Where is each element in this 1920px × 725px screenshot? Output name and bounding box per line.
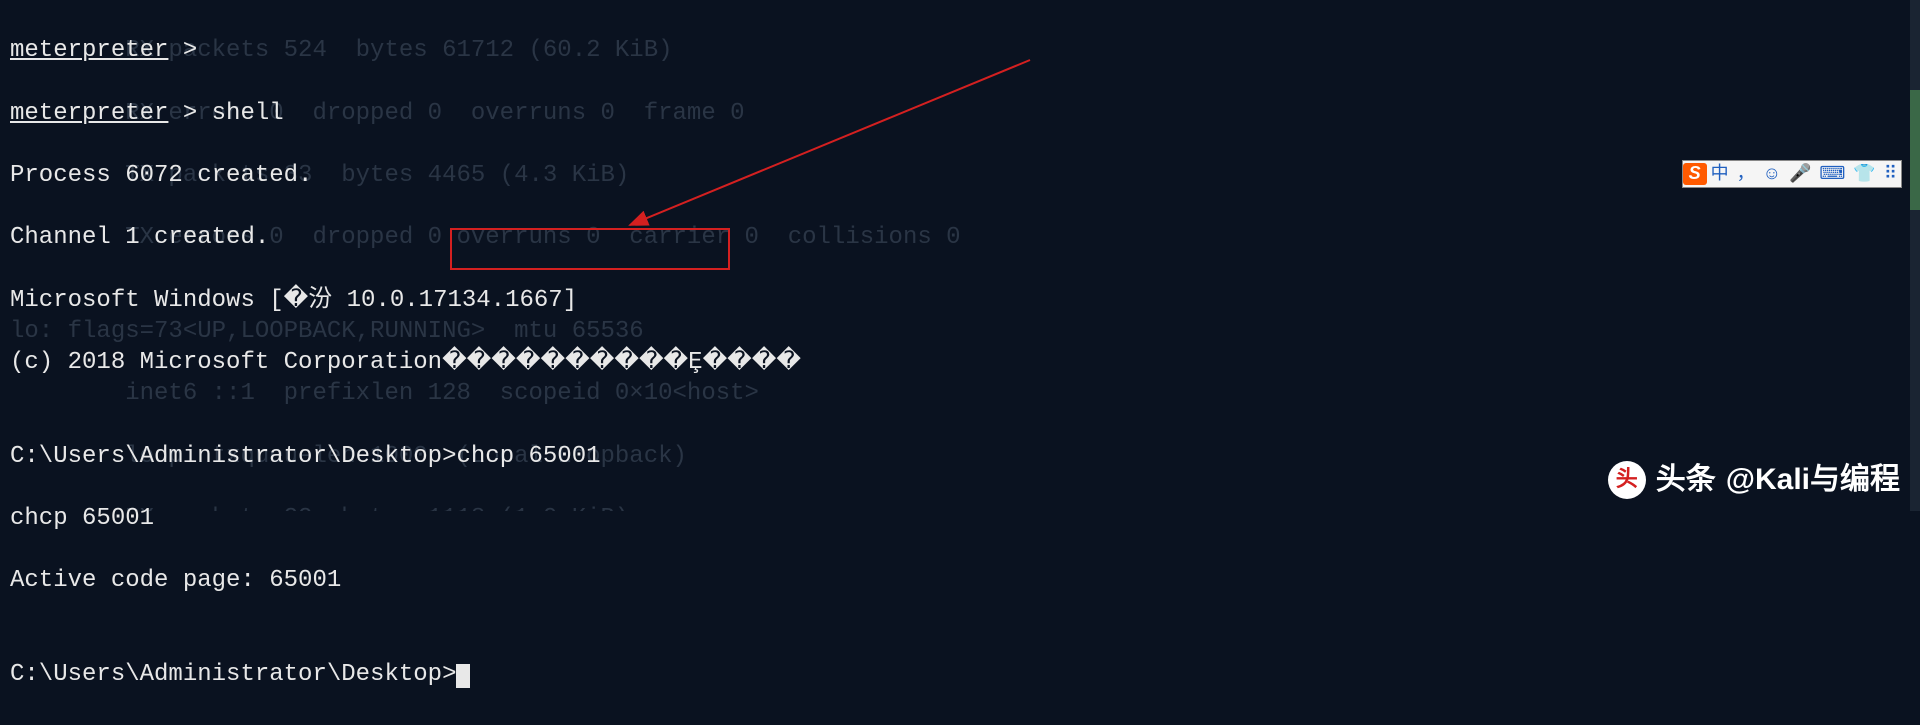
process-created-line: Process 6072 created. bbox=[10, 160, 1910, 191]
ime-mic-icon[interactable]: 🎤 bbox=[1785, 161, 1815, 187]
meterpreter-shell-line: meterpreter > shell bbox=[10, 98, 1910, 129]
ime-grid-icon[interactable]: ⠿ bbox=[1880, 161, 1901, 187]
prompt-suffix: > bbox=[168, 100, 211, 127]
watermark: 头 头条 @Kali与编程 bbox=[1608, 460, 1900, 499]
prompt-suffix: > bbox=[168, 37, 197, 64]
active-codepage-line: Active code page: 65001 bbox=[10, 565, 1910, 596]
scrollbar-thumb[interactable] bbox=[1910, 90, 1920, 210]
ime-emoji-icon[interactable]: ☺ bbox=[1759, 161, 1785, 187]
meterpreter-prompt: meterpreter bbox=[10, 37, 168, 64]
ime-logo-icon[interactable]: S bbox=[1683, 163, 1707, 185]
ime-punctuation-toggle[interactable]: ， bbox=[1733, 161, 1759, 187]
ime-language-toggle[interactable]: 中 bbox=[1707, 161, 1733, 187]
watermark-label: 头条 bbox=[1656, 460, 1716, 499]
meterpreter-prompt-line: meterpreter > bbox=[10, 35, 1910, 66]
copyright-line: (c) 2018 Microsoft Corporation����������… bbox=[10, 347, 1910, 378]
cmd-prompt-path: C:\Users\Administrator\Desktop> bbox=[10, 443, 456, 470]
ime-toolbar[interactable]: S 中 ， ☺ 🎤 ⌨ 👕 ⠿ bbox=[1682, 160, 1902, 188]
channel-created-line: Channel 1 created. bbox=[10, 222, 1910, 253]
terminal-cursor bbox=[456, 664, 470, 688]
cmd-prompt-path: C:\Users\Administrator\Desktop> bbox=[10, 661, 456, 688]
terminal-output[interactable]: meterpreter > meterpreter > shell Proces… bbox=[0, 0, 1920, 725]
windows-version-line: Microsoft Windows [�汾 10.0.17134.1667] bbox=[10, 285, 1910, 316]
shell-command: shell bbox=[212, 100, 284, 127]
chcp-command: chcp 65001 bbox=[456, 443, 600, 470]
ime-keyboard-icon[interactable]: ⌨ bbox=[1815, 161, 1849, 187]
cmd-prompt-active[interactable]: C:\Users\Administrator\Desktop> bbox=[10, 659, 1910, 690]
watermark-handle: @Kali与编程 bbox=[1726, 460, 1900, 499]
chcp-echo-line: chcp 65001 bbox=[10, 503, 1910, 534]
scrollbar-track[interactable] bbox=[1910, 0, 1920, 511]
ime-skin-icon[interactable]: 👕 bbox=[1849, 161, 1879, 187]
watermark-logo-icon: 头 bbox=[1608, 461, 1646, 499]
meterpreter-prompt: meterpreter bbox=[10, 100, 168, 127]
